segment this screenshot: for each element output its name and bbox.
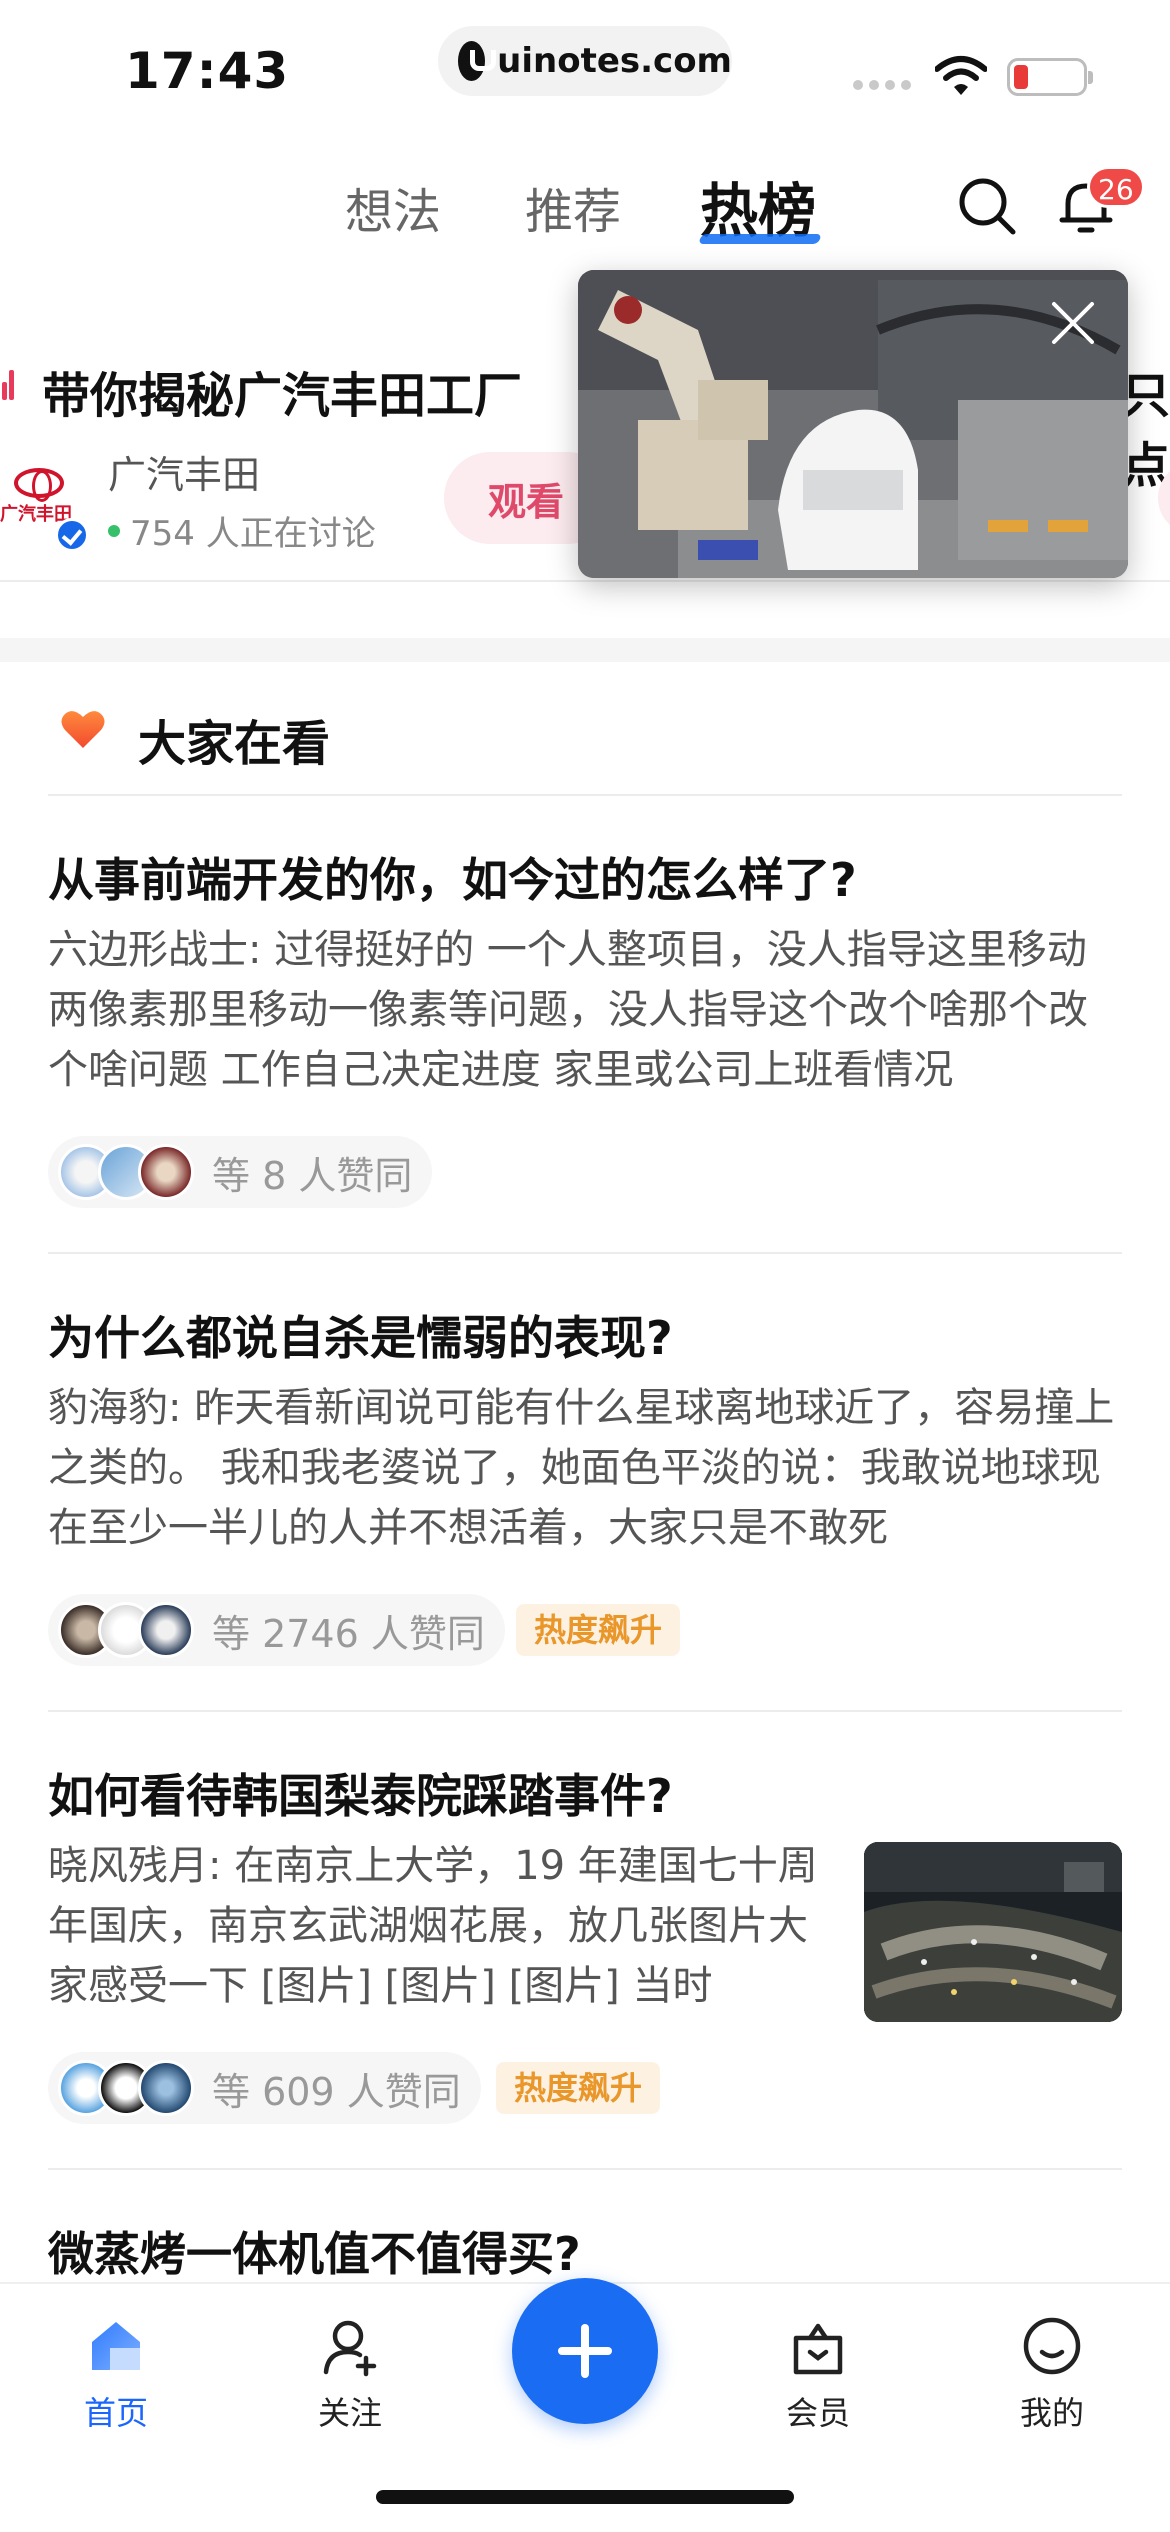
verified-badge-icon	[55, 518, 89, 552]
vip-bag-icon	[793, 2323, 843, 2375]
avatar	[138, 2060, 194, 2116]
hot-rising-tag: 热度飙升	[516, 1604, 681, 1656]
status-bar: 17:43 uinotes.com	[0, 0, 1170, 140]
profile-smile-icon	[1023, 2317, 1081, 2375]
discussing-count: 754 人正在讨论	[108, 506, 376, 555]
avatar	[138, 1144, 194, 1200]
agree-count: 等 8 人赞同	[212, 1153, 413, 1198]
answer-thumbnail-image[interactable]	[864, 1842, 1122, 2022]
live-title[interactable]: 带你揭秘广汽丰田工厂	[42, 356, 522, 426]
answer-excerpt[interactable]: 豹海豹: 昨天看新闻说可能有什么星球离地球近了，容易撞上之类的。 我和我老婆说了…	[48, 1378, 1122, 1558]
agree-count-pill[interactable]: 等 609 人赞同	[48, 2052, 481, 2124]
avatar	[138, 1602, 194, 1658]
question-title[interactable]: 微蒸烤一体机值不值得买?	[48, 2218, 581, 2284]
follow-user-icon	[323, 2320, 377, 2377]
status-time: 17:43	[125, 42, 290, 100]
agree-count: 等 2746 人赞同	[212, 1611, 485, 1656]
heart-icon	[61, 711, 105, 748]
url-text: uinotes.com	[497, 41, 732, 81]
tab-me[interactable]: 我的	[982, 2314, 1122, 2434]
tab-vip[interactable]: 会员	[748, 2314, 888, 2434]
tab-home[interactable]: 首页	[46, 2314, 186, 2434]
site-logo-icon	[458, 41, 497, 81]
agree-count-pill[interactable]: 等 8 人赞同	[48, 1136, 433, 1208]
tab-home-label: 首页	[83, 2394, 148, 2432]
section-title: 大家在看	[138, 716, 331, 772]
tab-follow-label: 关注	[317, 2394, 382, 2432]
tab-ideas[interactable]: 想法	[345, 172, 441, 242]
url-pill[interactable]: uinotes.com	[438, 26, 732, 96]
question-title[interactable]: 为什么都说自杀是懦弱的表现?	[48, 1302, 673, 1368]
agree-count: 等 609 人赞同	[212, 2069, 461, 2114]
tab-vip-label: 会员	[785, 2394, 850, 2432]
brand-name: 广汽丰田	[108, 453, 261, 497]
section-separator	[0, 638, 1170, 662]
next-card-peek[interactable]: 只点	[1122, 356, 1170, 496]
search-icon[interactable]	[955, 174, 1019, 238]
video-frame-image	[578, 270, 1128, 578]
question-title[interactable]: 如何看待韩国梨泰院踩踏事件?	[48, 1760, 673, 1826]
battery-icon	[1007, 58, 1093, 96]
list-item[interactable]: 微蒸烤一体机值不值得买?	[48, 2170, 1122, 2282]
live-indicator-icon	[2, 370, 18, 400]
active-tab-underline	[698, 234, 822, 244]
wifi-icon	[935, 56, 987, 95]
home-icon	[92, 2322, 140, 2370]
list-item[interactable]: 从事前端开发的你，如今过的怎么样了? 六边形战士: 过得挺好的 一个人整项目，没…	[48, 796, 1122, 1254]
close-video-icon[interactable]	[1050, 300, 1096, 346]
cellular-signal-icon	[853, 80, 911, 90]
section-header: 大家在看	[48, 700, 1122, 796]
answer-excerpt[interactable]: 六边形战士: 过得挺好的 一个人整项目，没人指导这里移动两像素那里移动一像素等问…	[48, 920, 1122, 1100]
tab-recommend[interactable]: 推荐	[525, 172, 621, 242]
list-item[interactable]: 为什么都说自杀是懦弱的表现? 豹海豹: 昨天看新闻说可能有什么星球离地球近了，容…	[48, 1254, 1122, 1712]
create-post-button[interactable]	[512, 2278, 658, 2424]
online-dot-icon	[108, 524, 120, 537]
answer-excerpt[interactable]: 晓风残月: 在南京上大学，19 年建国七十周年国庆，南京玄武湖烟花展，放几张图片…	[48, 1836, 840, 2016]
top-nav: 想法 推荐 热榜 26	[0, 150, 1170, 260]
tab-follow[interactable]: 关注	[280, 2314, 420, 2434]
home-indicator[interactable]	[376, 2490, 794, 2504]
brand-logo: 广汽丰田	[0, 468, 80, 525]
agree-count-pill[interactable]: 等 2746 人赞同	[48, 1594, 505, 1666]
hot-rising-tag: 热度飙升	[496, 2062, 661, 2114]
notification-badge: 26	[1087, 166, 1145, 208]
list-item[interactable]: 如何看待韩国梨泰院踩踏事件? 晓风残月: 在南京上大学，19 年建国七十周年国庆…	[48, 1712, 1122, 2170]
question-title[interactable]: 从事前端开发的你，如今过的怎么样了?	[48, 844, 857, 910]
floating-video-player[interactable]	[578, 270, 1128, 578]
tab-me-label: 我的	[1019, 2394, 1084, 2432]
